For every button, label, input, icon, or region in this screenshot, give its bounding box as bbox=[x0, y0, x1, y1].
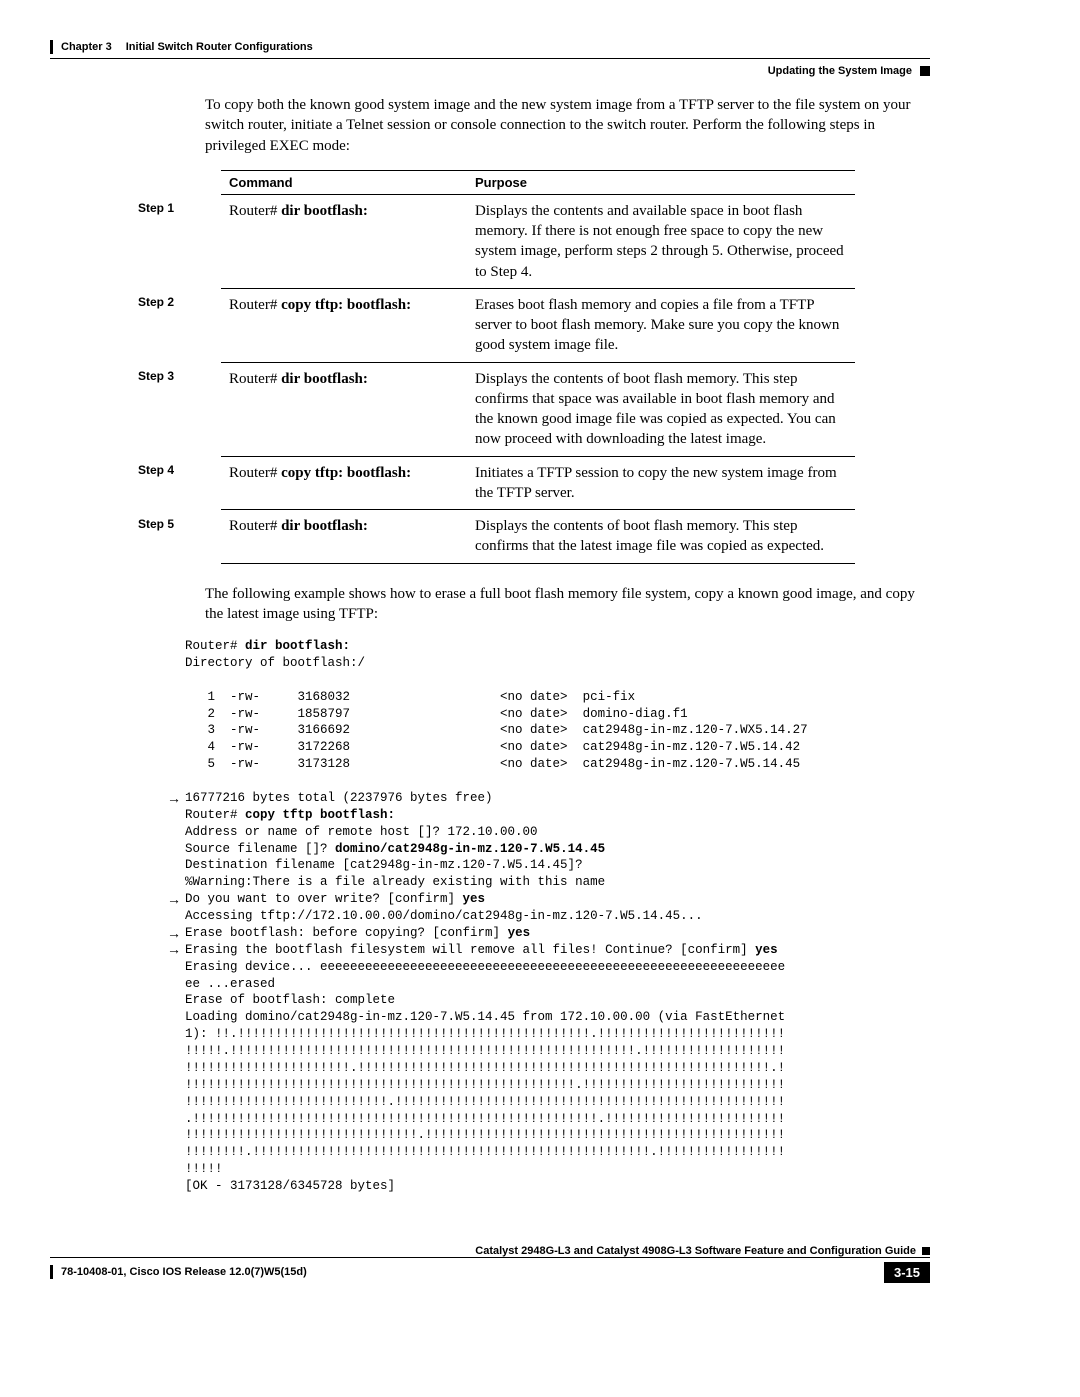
con-l16-pre: Do you want to over write? [confirm] bbox=[185, 892, 463, 906]
step-label: Step 4 bbox=[130, 456, 221, 510]
con-l16-b: yes bbox=[463, 892, 486, 906]
command-header: Command bbox=[221, 170, 467, 194]
table-row: Step 4 Router# copy tftp: bootflash: Ini… bbox=[130, 456, 855, 510]
con-l31: !!!!!!!!.!!!!!!!!!!!!!!!!!!!!!!!!!!!!!!!… bbox=[185, 1145, 785, 1159]
con-l5: 2 -rw- 1858797 <no date> domino-diag.f1 bbox=[185, 707, 688, 721]
con-l25: !!!!!.!!!!!!!!!!!!!!!!!!!!!!!!!!!!!!!!!!… bbox=[185, 1044, 785, 1058]
con-l26: !!!!!!!!!!!!!!!!!!!!!!.!!!!!!!!!!!!!!!!!… bbox=[185, 1061, 785, 1075]
main-content: To copy both the known good system image… bbox=[205, 95, 930, 1195]
step-label: Step 3 bbox=[130, 362, 221, 456]
con-l19-b: yes bbox=[755, 943, 778, 957]
con-l4: 1 -rw- 3168032 <no date> pci-fix bbox=[185, 690, 635, 704]
step-col-header bbox=[130, 170, 221, 194]
table-row: Step 5 Router# dir bootflash: Displays t… bbox=[130, 510, 855, 564]
mid-paragraph: The following example shows how to erase… bbox=[205, 584, 930, 625]
purpose-cell: Displays the contents of boot flash memo… bbox=[467, 362, 855, 456]
footer-row: 78-10408-01, Cisco IOS Release 12.0(7)W5… bbox=[50, 1262, 930, 1283]
con-l32: !!!!! bbox=[185, 1162, 223, 1176]
command-cell: Router# dir bootflash: bbox=[221, 510, 467, 564]
con-l19-pre: Erasing the bootflash filesystem will re… bbox=[185, 943, 755, 957]
con-l28: !!!!!!!!!!!!!!!!!!!!!!!!!!!.!!!!!!!!!!!!… bbox=[185, 1095, 785, 1109]
cmd-bold: copy tftp: bootflash: bbox=[281, 465, 411, 481]
intro-paragraph: To copy both the known good system image… bbox=[205, 95, 930, 156]
header-vline bbox=[50, 40, 53, 54]
arrow-icon: → bbox=[167, 790, 181, 806]
arrow-icon: → bbox=[167, 925, 181, 941]
con-l27: !!!!!!!!!!!!!!!!!!!!!!!!!!!!!!!!!!!!!!!!… bbox=[185, 1078, 785, 1092]
section-title: Updating the System Image bbox=[768, 65, 912, 77]
arrow-icon: → bbox=[167, 891, 181, 907]
con-l18-pre: Erase bootflash: before copying? [confir… bbox=[185, 926, 508, 940]
steps-table: Command Purpose Step 1 Router# dir bootf… bbox=[130, 170, 855, 564]
con-l2: Directory of bootflash:/ bbox=[185, 656, 365, 670]
header-bar: Chapter 3 Initial Switch Router Configur… bbox=[50, 40, 930, 54]
chapter-label: Chapter 3 bbox=[61, 41, 112, 53]
chapter-title: Initial Switch Router Configurations bbox=[126, 41, 313, 53]
cmd-bold: copy tftp: bootflash: bbox=[281, 297, 411, 313]
con-l15: %Warning:There is a file already existin… bbox=[185, 875, 605, 889]
footer-vline bbox=[50, 1265, 53, 1279]
con-l12: Address or name of remote host []? 172.1… bbox=[185, 825, 538, 839]
purpose-cell: Displays the contents and available spac… bbox=[467, 194, 855, 288]
con-l17: Accessing tftp://172.10.00.00/domino/cat… bbox=[185, 909, 703, 923]
cmd-bold: dir bootflash: bbox=[281, 203, 368, 219]
con-l29: .!!!!!!!!!!!!!!!!!!!!!!!!!!!!!!!!!!!!!!!… bbox=[185, 1112, 785, 1126]
con-l13-pre: Source filename []? bbox=[185, 842, 335, 856]
con-l11-pre: Router# bbox=[185, 808, 245, 822]
cmd-prefix: Router# bbox=[229, 465, 281, 481]
con-l1-b: dir bootflash: bbox=[245, 639, 350, 653]
con-l24: 1): !!.!!!!!!!!!!!!!!!!!!!!!!!!!!!!!!!!!… bbox=[185, 1027, 785, 1041]
console-block: Router# dir bootflash: Directory of boot… bbox=[185, 638, 930, 1195]
con-l8: 5 -rw- 3173128 <no date> cat2948g-in-mz.… bbox=[185, 757, 800, 771]
page-number: 3-15 bbox=[884, 1262, 930, 1283]
con-l7: 4 -rw- 3172268 <no date> cat2948g-in-mz.… bbox=[185, 740, 800, 754]
footer-guide-title: Catalyst 2948G-L3 and Catalyst 4908G-L3 … bbox=[475, 1245, 916, 1257]
table-row: Step 2 Router# copy tftp: bootflash: Era… bbox=[130, 288, 855, 362]
con-l21: ee ...erased bbox=[185, 977, 275, 991]
footer-release: 78-10408-01, Cisco IOS Release 12.0(7)W5… bbox=[61, 1266, 307, 1278]
subhead-row: Updating the System Image bbox=[50, 65, 930, 77]
header-rule bbox=[50, 58, 930, 59]
cmd-bold: dir bootflash: bbox=[281, 518, 368, 534]
header-square-icon bbox=[920, 66, 930, 76]
footer-left: 78-10408-01, Cisco IOS Release 12.0(7)W5… bbox=[50, 1265, 307, 1279]
step-label: Step 5 bbox=[130, 510, 221, 564]
cmd-prefix: Router# bbox=[229, 203, 281, 219]
arrow-icon: → bbox=[167, 941, 181, 957]
con-l20: Erasing device... eeeeeeeeeeeeeeeeeeeeee… bbox=[185, 960, 785, 974]
footer: Catalyst 2948G-L3 and Catalyst 4908G-L3 … bbox=[50, 1245, 930, 1283]
purpose-header: Purpose bbox=[467, 170, 855, 194]
command-cell: Router# dir bootflash: bbox=[221, 362, 467, 456]
step-label: Step 1 bbox=[130, 194, 221, 288]
con-l18-b: yes bbox=[508, 926, 531, 940]
table-row: Step 1 Router# dir bootflash: Displays t… bbox=[130, 194, 855, 288]
con-l6: 3 -rw- 3166692 <no date> cat2948g-in-mz.… bbox=[185, 723, 808, 737]
console-output: Router# dir bootflash: Directory of boot… bbox=[185, 638, 930, 1195]
footer-square-icon bbox=[922, 1247, 930, 1255]
con-l33: [OK - 3173128/6345728 bytes] bbox=[185, 1179, 395, 1193]
command-cell: Router# copy tftp: bootflash: bbox=[221, 456, 467, 510]
con-l10: 16777216 bytes total (2237976 bytes free… bbox=[185, 791, 493, 805]
con-l13-b: domino/cat2948g-in-mz.120-7.W5.14.45 bbox=[335, 842, 605, 856]
cmd-prefix: Router# bbox=[229, 297, 281, 313]
con-l14: Destination filename [cat2948g-in-mz.120… bbox=[185, 858, 583, 872]
con-l1-pre: Router# bbox=[185, 639, 245, 653]
command-cell: Router# dir bootflash: bbox=[221, 194, 467, 288]
footer-rule bbox=[50, 1257, 930, 1258]
command-cell: Router# copy tftp: bootflash: bbox=[221, 288, 467, 362]
purpose-cell: Displays the contents of boot flash memo… bbox=[467, 510, 855, 564]
con-l11-b: copy tftp bootflash: bbox=[245, 808, 395, 822]
cmd-prefix: Router# bbox=[229, 518, 281, 534]
cmd-bold: dir bootflash: bbox=[281, 371, 368, 387]
purpose-cell: Initiates a TFTP session to copy the new… bbox=[467, 456, 855, 510]
table-row: Step 3 Router# dir bootflash: Displays t… bbox=[130, 362, 855, 456]
purpose-cell: Erases boot flash memory and copies a fi… bbox=[467, 288, 855, 362]
step-label: Step 2 bbox=[130, 288, 221, 362]
cmd-prefix: Router# bbox=[229, 371, 281, 387]
con-l23: Loading domino/cat2948g-in-mz.120-7.W5.1… bbox=[185, 1010, 785, 1024]
con-l22: Erase of bootflash: complete bbox=[185, 993, 395, 1007]
con-l30: !!!!!!!!!!!!!!!!!!!!!!!!!!!!!!!.!!!!!!!!… bbox=[185, 1128, 785, 1142]
